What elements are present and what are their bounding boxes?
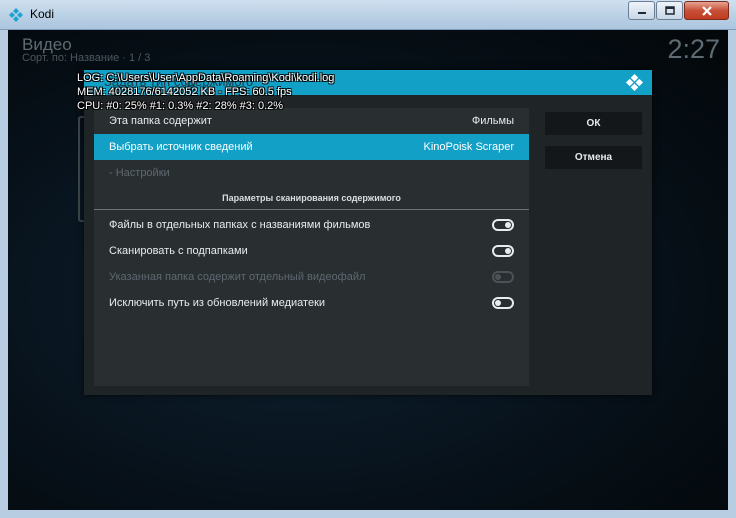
set-content-dialog: Задать тип содержимого Эта папка содержи… xyxy=(84,70,652,395)
scan-options-header: Параметры сканирования содержимого xyxy=(94,186,529,210)
window-frame-right xyxy=(728,30,736,518)
scraper-settings-label: - Настройки xyxy=(109,167,170,179)
minimize-icon xyxy=(637,11,646,14)
kodi-logo-icon xyxy=(625,73,644,92)
toggle-label: Указанная папка содержит отдельный видео… xyxy=(109,271,366,283)
window-frame-bottom xyxy=(0,510,736,518)
toggle-row-single-video: Указанная папка содержит отдельный видео… xyxy=(94,264,529,290)
debug-memory: MEM: 4028176/6142052 KB - FPS: 60.5 fps xyxy=(77,86,292,98)
toggle-label: Исключить путь из обновлений медиатеки xyxy=(109,297,326,309)
toggle-row-separate-folders[interactable]: Файлы в отдельных папках с названиями фи… xyxy=(94,212,529,238)
scraper-label: Выбрать источник сведений xyxy=(109,141,253,153)
toggle-label: Сканировать с подпапками xyxy=(109,245,248,257)
clock: 2:27 xyxy=(667,34,720,64)
toggle-row-exclude-library[interactable]: Исключить путь из обновлений медиатеки xyxy=(94,290,529,316)
debug-cpu: CPU: #0: 25% #1: 0.3% #2: 28% #3: 0.2% xyxy=(77,100,284,112)
content-type-value: Фильмы xyxy=(471,115,514,127)
debug-overlay: LOG: C:\Users\User\AppData\Roaming\Kodi\… xyxy=(77,71,334,113)
window-titlebar: Kodi xyxy=(0,0,736,30)
toggle-label: Файлы в отдельных папках с названиями фи… xyxy=(109,219,371,231)
maximize-icon xyxy=(664,6,675,15)
content-type-label: Эта папка содержит xyxy=(109,115,212,127)
toggle-switch[interactable] xyxy=(492,297,514,309)
scraper-settings-row[interactable]: - Настройки xyxy=(94,160,529,186)
toggle-switch[interactable] xyxy=(492,245,514,257)
close-button[interactable] xyxy=(684,1,729,20)
toggle-switch[interactable] xyxy=(492,219,514,231)
scraper-value: KinoPoisk Scraper xyxy=(423,141,515,153)
toggle-row-recursive[interactable]: Сканировать с подпапками xyxy=(94,238,529,264)
toggle-switch xyxy=(492,271,514,283)
window-title: Kodi xyxy=(30,7,55,21)
scraper-row[interactable]: Выбрать источник сведений KinoPoisk Scra… xyxy=(94,134,529,160)
debug-log-path: LOG: C:\Users\User\AppData\Roaming\Kodi\… xyxy=(77,72,335,84)
minimize-button[interactable] xyxy=(628,1,655,20)
window-frame-left xyxy=(0,30,8,518)
sort-info: Сорт. по: Название · 1 / 3 xyxy=(22,52,151,64)
maximize-button[interactable] xyxy=(656,1,683,20)
close-icon xyxy=(701,5,712,16)
cancel-button[interactable]: Отмена xyxy=(545,146,642,169)
ok-button[interactable]: ОК xyxy=(545,112,642,135)
kodi-app-icon xyxy=(9,8,23,22)
settings-list: Эта папка содержит Фильмы Выбрать источн… xyxy=(94,108,529,386)
kodi-client-area: Видео Сорт. по: Название · 1 / 3 2:27 За… xyxy=(8,30,728,510)
